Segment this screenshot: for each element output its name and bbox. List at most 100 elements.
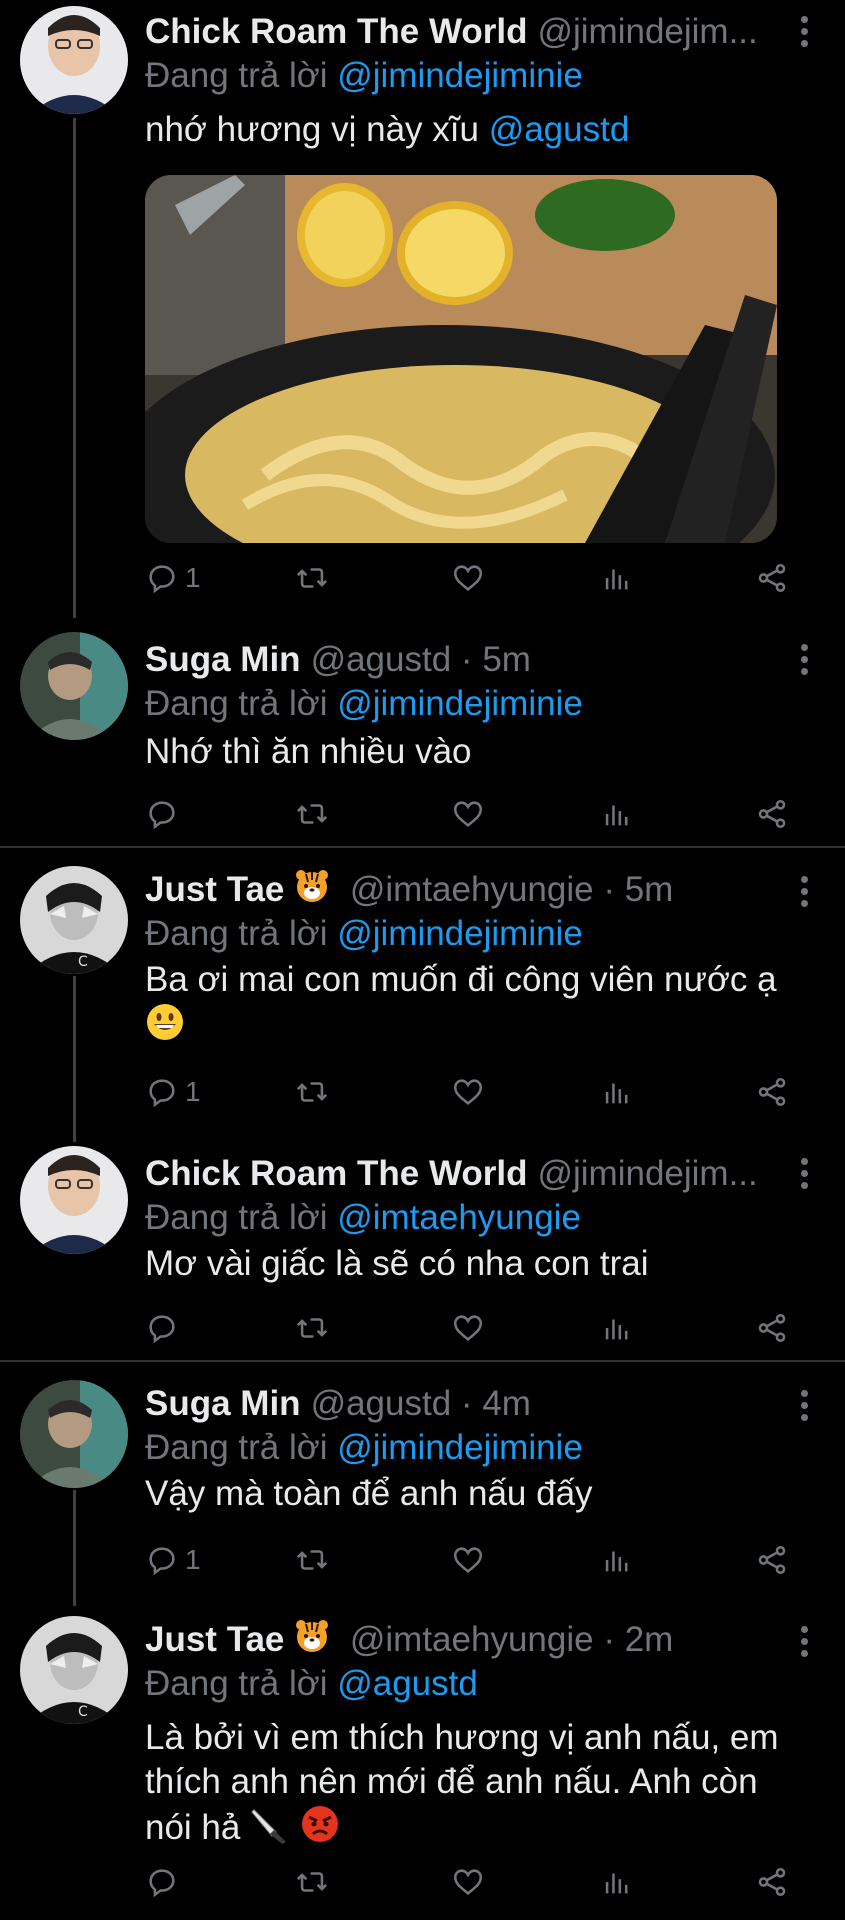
svg-text:C: C [78,1704,88,1720]
more-options-icon[interactable] [799,1390,809,1424]
retweet-icon [296,1550,328,1570]
tweet-text-line-2: thích anh nên mới để anh nấu. Anh còn [145,1762,758,1801]
tweet-text: Ba ơi mai con muốn đi công viên nước ạ [145,958,815,1053]
analytics-button[interactable] [600,1540,634,1580]
timestamp[interactable]: 2m [625,1620,674,1659]
retweet-icon [296,804,328,824]
reply-button[interactable] [145,794,179,834]
more-options-icon[interactable] [799,1626,809,1660]
tweet-text-content: nhớ hương vị này xĩu [145,110,479,149]
replying-to: Đang trả lời @jimindejiminie [145,1426,583,1470]
display-name[interactable]: Just Tae [145,870,284,909]
replying-mention[interactable]: @jimindejiminie [337,1428,583,1467]
retweet-button[interactable] [295,558,329,598]
tweet-header: Suga Min @agustd · 5m [145,638,785,682]
timestamp[interactable]: 5m [482,640,531,679]
tweet-4[interactable]: Chick Roam The World @jimindejim... Đang … [0,1142,845,1360]
share-icon [758,799,786,829]
thread-line [73,118,76,618]
share-button[interactable] [755,1540,789,1580]
user-handle[interactable]: @jimindejim... [537,12,757,51]
user-handle[interactable]: @agustd [311,1384,452,1423]
share-button[interactable] [755,1072,789,1112]
more-options-icon[interactable] [799,876,809,910]
tweet-6[interactable]: C Just Tae @imtaehyungie · 2m Đang trả l… [0,1606,845,1920]
tweet-5[interactable]: Suga Min @agustd · 4m Đang trả lời @jimin… [0,1376,845,1606]
replying-to: Đang trả lời @agustd [145,1662,478,1706]
analytics-button[interactable] [600,794,634,834]
tweet-text-content: Nhớ thì ăn nhiều vào [145,732,472,771]
user-handle[interactable]: @imtaehyungie [350,870,594,909]
avatar[interactable] [20,6,128,114]
share-button[interactable] [755,1308,789,1348]
avatar-image [20,632,128,740]
analytics-button[interactable] [600,1308,634,1348]
user-handle[interactable]: @jimindejim... [537,1154,757,1193]
text-mention[interactable]: @agustd [489,110,630,149]
like-button[interactable] [451,1308,485,1348]
reply-button[interactable] [145,1308,179,1348]
reply-icon [149,1547,175,1576]
avatar[interactable] [20,1146,128,1254]
tweet-3[interactable]: C Just Tae @imtaehyungie · 5m Đang trả l… [0,862,845,1142]
replying-mention[interactable]: @jimindejiminie [337,684,583,723]
heart-icon [453,1315,483,1341]
replying-mention[interactable]: @imtaehyungie [337,1198,581,1237]
user-handle[interactable]: @agustd [311,640,452,679]
replying-mention[interactable]: @agustd [337,1664,478,1703]
display-name[interactable]: Suga Min [145,1384,301,1423]
like-button[interactable] [451,1072,485,1112]
reply-button[interactable]: 1 [145,1072,201,1112]
analytics-button[interactable] [600,1862,634,1902]
grinning-face-icon [145,1002,185,1053]
reply-button[interactable]: 1 [145,558,201,598]
separator-dot: · [460,640,473,679]
like-button[interactable] [451,558,485,598]
display-name[interactable]: Chick Roam The World [145,12,527,51]
user-handle[interactable]: @imtaehyungie [350,1620,594,1659]
share-icon [758,1545,786,1575]
replying-mention[interactable]: @jimindejiminie [337,914,583,953]
analytics-button[interactable] [600,1072,634,1112]
replying-mention[interactable]: @jimindejiminie [337,56,583,95]
more-options-icon[interactable] [799,644,809,678]
analytics-button[interactable] [600,558,634,598]
display-name[interactable]: Chick Roam The World [145,1154,527,1193]
reply-button[interactable]: 1 [145,1540,201,1580]
like-button[interactable] [451,794,485,834]
knife-icon [250,1804,290,1855]
tweet-1[interactable]: Chick Roam The World @jimindejim... Đang … [0,0,845,620]
retweet-button[interactable] [295,794,329,834]
avatar[interactable] [20,1380,128,1488]
tweet-actions [145,794,805,834]
tweet-photo[interactable] [145,175,777,543]
more-options-icon[interactable] [799,16,809,50]
pasta-photo [145,175,777,543]
tweet-text: Là bởi vì em thích hương vị anh nấu, em … [145,1716,815,1855]
like-button[interactable] [451,1540,485,1580]
like-button[interactable] [451,1862,485,1902]
timestamp[interactable]: 5m [625,870,674,909]
retweet-button[interactable] [295,1308,329,1348]
share-icon [758,1867,786,1897]
timestamp[interactable]: 4m [482,1384,531,1423]
retweet-button[interactable] [295,1862,329,1902]
more-options-icon[interactable] [799,1158,809,1192]
share-button[interactable] [755,558,789,598]
analytics-icon [605,1873,628,1894]
reply-icon [149,565,175,594]
thread-line [73,1490,76,1606]
retweet-button[interactable] [295,1540,329,1580]
retweet-button[interactable] [295,1072,329,1112]
reply-button[interactable] [145,1862,179,1902]
display-name[interactable]: Suga Min [145,640,301,679]
tweet-actions [145,1862,805,1902]
share-button[interactable] [755,1862,789,1902]
avatar[interactable] [20,632,128,740]
tweet-2[interactable]: Suga Min @agustd · 5m Đang trả lời @jimin… [0,628,845,846]
tweet-header: Chick Roam The World @jimindejim... [145,10,785,54]
display-name[interactable]: Just Tae [145,1620,284,1659]
share-button[interactable] [755,794,789,834]
avatar[interactable]: C [20,1616,128,1724]
avatar[interactable]: C [20,866,128,974]
